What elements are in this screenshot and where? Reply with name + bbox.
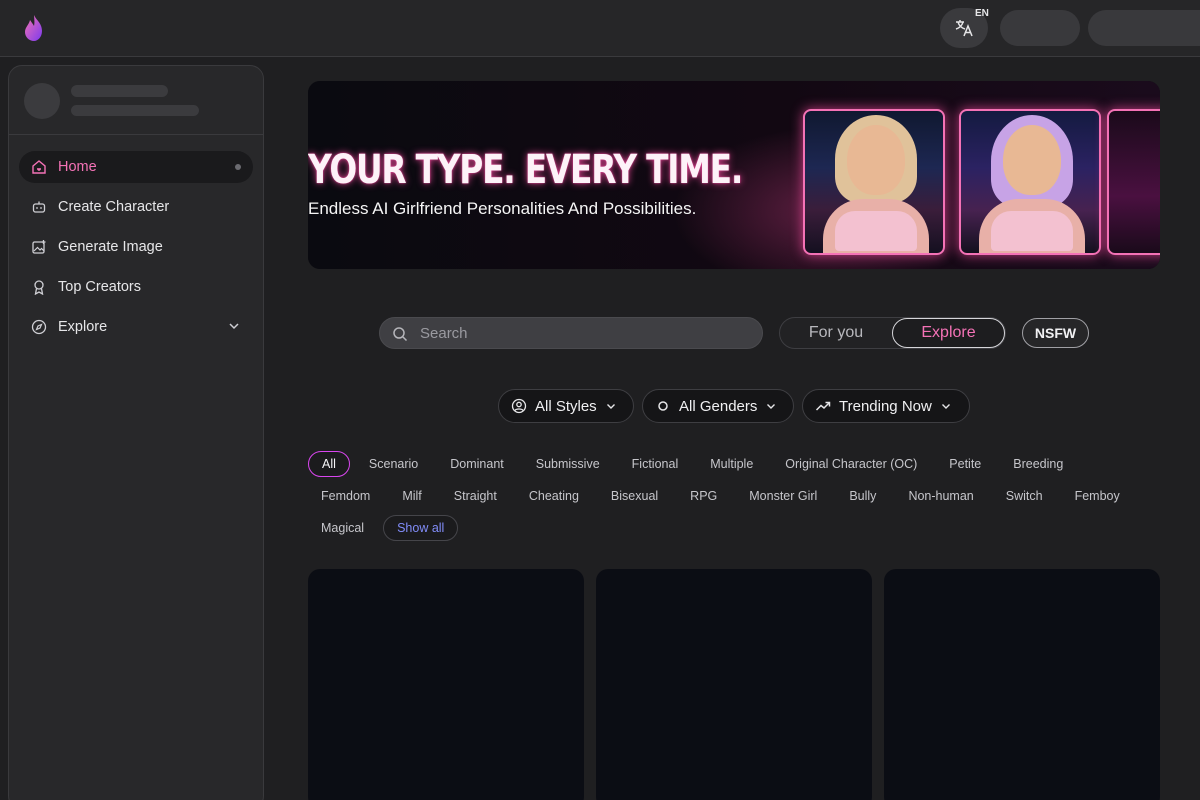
- genders-dropdown-label: All Genders: [679, 397, 758, 415]
- tag-non-human[interactable]: Non-human: [895, 483, 986, 509]
- active-dot-icon: [235, 164, 241, 170]
- tag-magical[interactable]: Magical: [308, 515, 377, 541]
- banner-headline: YOUR TYPE. EVERY TIME.: [308, 147, 743, 193]
- sidebar-nav: Home Create Character Generate Image Top…: [19, 151, 253, 351]
- sort-dropdown[interactable]: Trending Now: [802, 389, 970, 423]
- profile-skeleton: [9, 66, 263, 135]
- tag-row: All Scenario Dominant Submissive Fiction…: [308, 451, 1160, 477]
- tag-femdom[interactable]: Femdom: [308, 483, 383, 509]
- tag-milf[interactable]: Milf: [389, 483, 434, 509]
- sidebar-item-label: Create Character: [58, 199, 170, 215]
- tag-cheating[interactable]: Cheating: [516, 483, 592, 509]
- styles-dropdown-label: All Styles: [535, 397, 597, 415]
- banner-character-image: [1107, 109, 1160, 255]
- home-icon: [31, 159, 47, 175]
- award-icon: [31, 279, 47, 295]
- tag-petite[interactable]: Petite: [936, 451, 994, 477]
- header-placeholder-button-wide[interactable]: [1088, 10, 1200, 46]
- tag-bully[interactable]: Bully: [836, 483, 889, 509]
- banner-subheadline: Endless AI Girlfriend Personalities And …: [308, 199, 697, 218]
- tag-row: Femdom Milf Straight Cheating Bisexual R…: [308, 483, 1160, 509]
- language-code: EN: [975, 8, 989, 19]
- tag-original-character[interactable]: Original Character (OC): [772, 451, 930, 477]
- circle-icon: [655, 398, 671, 414]
- tag-scenario[interactable]: Scenario: [356, 451, 431, 477]
- tag-row: Magical Show all: [308, 515, 1160, 541]
- tag-rpg[interactable]: RPG: [677, 483, 730, 509]
- tab-for-you[interactable]: For you: [780, 318, 892, 348]
- feed-toggle: For you Explore: [779, 317, 1006, 349]
- search-bar[interactable]: [379, 317, 763, 349]
- sidebar-item-generate-image[interactable]: Generate Image: [19, 231, 253, 263]
- search-icon: [393, 327, 408, 342]
- character-card[interactable]: [308, 569, 584, 800]
- tag-femboy[interactable]: Femboy: [1062, 483, 1133, 509]
- sidebar-item-explore[interactable]: Explore: [19, 311, 253, 343]
- chevron-down-icon: [940, 400, 952, 412]
- robot-icon: [31, 199, 47, 215]
- sidebar-item-label: Home: [58, 159, 97, 175]
- skeleton-line: [71, 105, 199, 116]
- banner-character-image: [959, 109, 1101, 255]
- tab-explore[interactable]: Explore: [892, 318, 1005, 348]
- tag-monster-girl[interactable]: Monster Girl: [736, 483, 830, 509]
- tag-fictional[interactable]: Fictional: [619, 451, 692, 477]
- chevron-down-icon[interactable]: [227, 319, 241, 333]
- sidebar-item-label: Generate Image: [58, 239, 163, 255]
- sidebar-item-create-character[interactable]: Create Character: [19, 191, 253, 223]
- character-card[interactable]: [884, 569, 1160, 800]
- show-all-tags-button[interactable]: Show all: [383, 515, 459, 541]
- nsfw-toggle-button[interactable]: NSFW: [1022, 318, 1089, 348]
- translate-icon: [955, 20, 973, 37]
- top-bar: EN: [0, 0, 1200, 57]
- promo-banner[interactable]: YOUR TYPE. EVERY TIME. Endless AI Girlfr…: [308, 81, 1160, 269]
- genders-dropdown[interactable]: All Genders: [642, 389, 794, 423]
- chevron-down-icon: [605, 400, 617, 412]
- tag-dominant[interactable]: Dominant: [437, 451, 517, 477]
- compass-icon: [31, 319, 47, 335]
- tag-straight[interactable]: Straight: [441, 483, 510, 509]
- sidebar-item-top-creators[interactable]: Top Creators: [19, 271, 253, 303]
- chevron-down-icon: [765, 400, 777, 412]
- image-plus-icon: [31, 239, 47, 255]
- tag-switch[interactable]: Switch: [993, 483, 1056, 509]
- skeleton-line: [71, 85, 168, 97]
- sidebar: Home Create Character Generate Image Top…: [8, 65, 264, 800]
- avatar[interactable]: [24, 83, 60, 119]
- sort-dropdown-label: Trending Now: [839, 397, 932, 415]
- tag-all[interactable]: All: [308, 451, 350, 477]
- tag-bisexual[interactable]: Bisexual: [598, 483, 671, 509]
- sidebar-item-label: Explore: [58, 319, 108, 335]
- character-card[interactable]: [596, 569, 872, 800]
- user-circle-icon: [511, 398, 527, 414]
- sidebar-item-home[interactable]: Home: [19, 151, 253, 183]
- tag-multiple[interactable]: Multiple: [697, 451, 766, 477]
- styles-dropdown[interactable]: All Styles: [498, 389, 634, 423]
- banner-character-image: [803, 109, 945, 255]
- category-tags: All Scenario Dominant Submissive Fiction…: [308, 451, 1160, 547]
- search-input[interactable]: [420, 318, 750, 348]
- sidebar-item-label: Top Creators: [58, 279, 142, 295]
- trending-up-icon: [815, 398, 831, 414]
- tag-submissive[interactable]: Submissive: [523, 451, 613, 477]
- flame-logo-icon[interactable]: [22, 14, 46, 42]
- header-placeholder-button[interactable]: [1000, 10, 1080, 46]
- tag-breeding[interactable]: Breeding: [1000, 451, 1076, 477]
